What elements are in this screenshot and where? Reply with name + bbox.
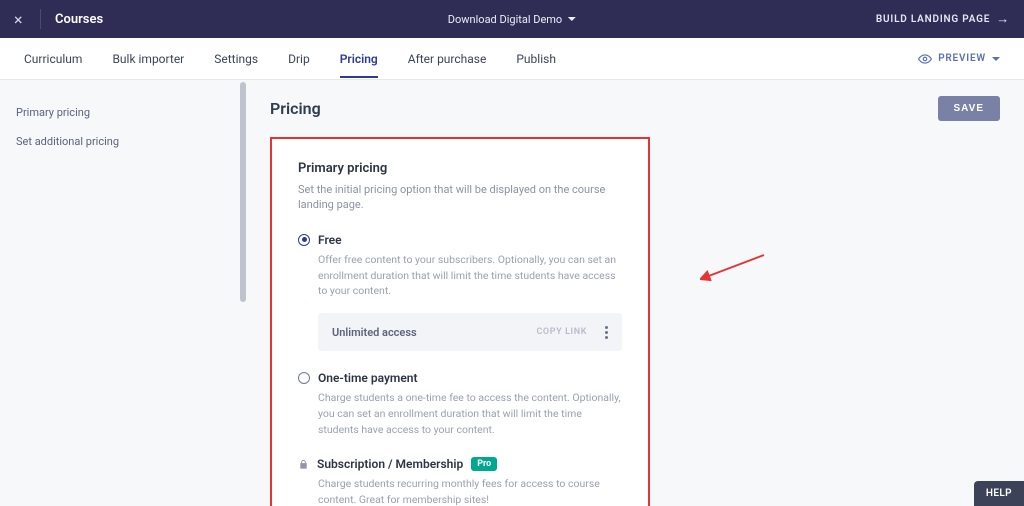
pricing-option-free[interactable]: Free Offer free content to your subscrib… [298, 233, 622, 351]
tab-drip[interactable]: Drip [288, 40, 310, 78]
caret-down-icon [568, 17, 576, 21]
primary-pricing-card: Primary pricing Set the initial pricing … [270, 137, 650, 506]
build-landing-page-button[interactable]: BUILD LANDING PAGE → [876, 11, 1010, 27]
sidebar-item-primary-pricing[interactable]: Primary pricing [16, 98, 246, 127]
eye-icon [918, 52, 932, 66]
tab-publish[interactable]: Publish [516, 40, 556, 78]
preview-label: PREVIEW [938, 53, 986, 64]
option-label-one-time: One-time payment [318, 371, 418, 385]
close-icon[interactable]: × [14, 10, 34, 29]
tab-bulk-importer[interactable]: Bulk importer [112, 40, 184, 78]
pricing-sidebar: Primary pricing Set additional pricing [0, 80, 246, 506]
arrow-right-icon: → [996, 11, 1010, 27]
option-desc-one-time: Charge students a one-time fee to access… [298, 390, 622, 437]
copy-link-button[interactable]: COPY LINK [536, 327, 587, 337]
breadcrumb-title: Courses [55, 12, 103, 27]
main-header: Pricing SAVE [270, 96, 1000, 121]
lock-icon [298, 459, 309, 470]
tab-after-purchase[interactable]: After purchase [408, 40, 487, 78]
kebab-menu-icon[interactable] [605, 326, 608, 339]
option-label-subscription: Subscription / Membership [317, 457, 463, 471]
tab-pricing[interactable]: Pricing [340, 40, 378, 78]
main-panel: Pricing SAVE Primary pricing Set the ini… [246, 80, 1024, 506]
help-button[interactable]: HELP [974, 481, 1024, 506]
pro-badge: Pro [471, 457, 497, 471]
tabs-bar: Curriculum Bulk importer Settings Drip P… [0, 38, 1024, 80]
page-title: Pricing [270, 99, 321, 118]
option-desc-free: Offer free content to your subscribers. … [298, 252, 622, 299]
tab-curriculum[interactable]: Curriculum [24, 40, 82, 78]
pricing-option-one-time[interactable]: One-time payment Charge students a one-t… [298, 371, 622, 437]
section-subtitle: Set the initial pricing option that will… [298, 182, 622, 213]
course-selector-dropdown[interactable]: Download Digital Demo [448, 13, 576, 26]
preview-button[interactable]: PREVIEW [918, 52, 1000, 66]
build-landing-page-label: BUILD LANDING PAGE [876, 14, 990, 25]
option-label-free: Free [318, 233, 342, 247]
tab-settings[interactable]: Settings [214, 40, 258, 78]
chevron-down-icon [992, 57, 1000, 61]
divider [40, 9, 41, 29]
pricing-option-subscription[interactable]: Subscription / Membership Pro Charge stu… [298, 457, 622, 506]
course-selector-label: Download Digital Demo [448, 13, 562, 26]
sidebar-item-additional-pricing[interactable]: Set additional pricing [16, 127, 246, 156]
topbar: × Courses Download Digital Demo BUILD LA… [0, 0, 1024, 38]
section-title: Primary pricing [298, 161, 622, 176]
body: Primary pricing Set additional pricing P… [0, 80, 1024, 506]
access-bar: Unlimited access COPY LINK [318, 313, 622, 351]
access-label: Unlimited access [332, 326, 417, 339]
save-button[interactable]: SAVE [938, 96, 1001, 121]
radio-one-time[interactable] [298, 372, 310, 384]
radio-free[interactable] [298, 234, 310, 246]
option-desc-subscription: Charge students recurring monthly fees f… [298, 476, 622, 506]
